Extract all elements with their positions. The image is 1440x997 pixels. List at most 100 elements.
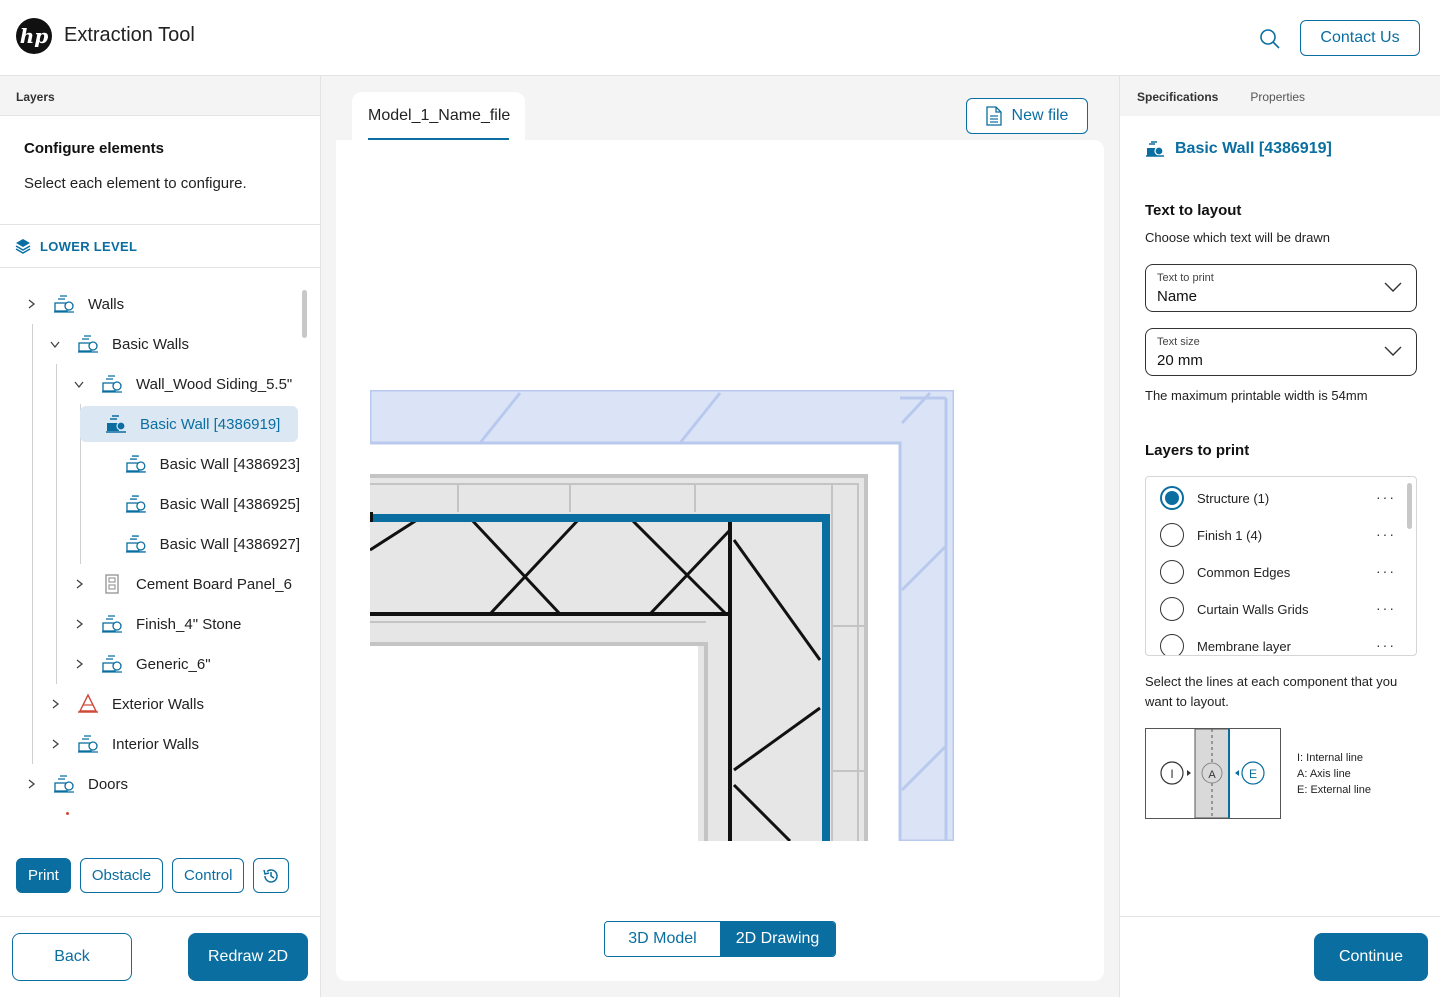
redraw-2d-button[interactable]: Redraw 2D	[188, 933, 308, 981]
view-3d-model-button[interactable]: 3D Model	[605, 922, 720, 956]
wall-icon	[102, 615, 122, 633]
tab-specifications[interactable]: Specifications	[1137, 90, 1218, 104]
layer-option[interactable]: Common Edges ···	[1160, 559, 1396, 585]
tree-item[interactable]: Basic Wall [4386919]	[80, 406, 298, 442]
tree-spacer	[96, 537, 110, 551]
tree-item-label: Interior Walls	[112, 735, 199, 753]
tree-item[interactable]: Wall_Wood Siding_5.5"	[72, 366, 300, 402]
layer-radio[interactable]	[1160, 634, 1184, 655]
tab-properties[interactable]: Properties	[1250, 90, 1305, 104]
text-size-value: 20 mm	[1157, 352, 1203, 369]
search-icon[interactable]	[1259, 28, 1281, 50]
new-file-button[interactable]: New file	[966, 98, 1088, 134]
tree-item-label: Wall_Wood Siding_5.5"	[136, 375, 293, 393]
siding-layer	[370, 476, 866, 841]
history-button[interactable]	[253, 858, 290, 893]
legend-internal: I: Internal line	[1297, 752, 1364, 764]
continue-button[interactable]: Continue	[1314, 933, 1428, 981]
inner-finish-edge	[370, 642, 708, 841]
chevron-right-icon[interactable]	[48, 697, 62, 711]
tree-scrollbar[interactable]	[302, 290, 307, 338]
layer-radio[interactable]	[1160, 597, 1184, 621]
layer-label: Finish 1 (4)	[1197, 527, 1263, 543]
drawing-canvas[interactable]: 3D Model 2D Drawing	[336, 140, 1104, 981]
layer-option[interactable]: Curtain Walls Grids ···	[1160, 596, 1396, 622]
chevron-down-icon[interactable]	[72, 377, 86, 391]
chevron-down-icon	[1384, 282, 1402, 292]
element-tree: Walls Basic Walls Wall_Wood Siding_5.5" Bas…	[0, 284, 320, 836]
layer-label: Common Edges	[1197, 564, 1291, 580]
tree-item[interactable]: Exterior Walls	[48, 686, 300, 722]
contact-us-button[interactable]: Contact Us	[1300, 20, 1420, 56]
text-to-print-label: Text to print	[1157, 272, 1214, 284]
tree-item[interactable]: Basic Walls	[48, 326, 300, 362]
chevron-right-icon[interactable]	[72, 657, 86, 671]
tab-layers[interactable]: Layers	[0, 76, 320, 116]
tree-item-label: Walls	[88, 295, 125, 313]
wall-icon	[125, 495, 146, 513]
max-width-note: The maximum printable width is 54mm	[1145, 388, 1368, 403]
tree-item[interactable]: Interior Walls	[48, 726, 300, 762]
file-tab-label: Model_1_Name_file	[368, 107, 511, 124]
tree-item[interactable]: Basic Wall [4386923]	[96, 446, 300, 482]
layer-option[interactable]: Membrane layer ···	[1160, 633, 1396, 655]
tree-item-label: Basic Wall [4386919]	[140, 415, 281, 433]
chevron-right-icon[interactable]	[48, 737, 62, 751]
layer-radio[interactable]	[1160, 560, 1184, 584]
print-mode-button[interactable]: Print	[16, 858, 71, 893]
text-size-label: Text size	[1157, 336, 1200, 348]
tree-guide-line	[32, 324, 33, 764]
mode-buttons: Print Obstacle Control	[16, 858, 290, 893]
more-options-icon[interactable]: ···	[1376, 637, 1396, 653]
hp-logo: hp	[16, 18, 52, 54]
axis-marker: A	[1208, 769, 1216, 781]
wall-icon	[78, 335, 98, 353]
tree-item[interactable]: Generic_6"	[72, 646, 300, 682]
more-options-icon[interactable]: ···	[1376, 526, 1396, 542]
level-selector[interactable]: LOWER LEVEL	[0, 225, 320, 268]
layers-scrollbar[interactable]	[1407, 483, 1412, 529]
layer-option[interactable]: Structure (1) ···	[1160, 485, 1396, 511]
tree-item[interactable]: Cement Board Panel_6	[72, 566, 300, 602]
warning-cone-icon	[78, 693, 98, 713]
text-to-print-select[interactable]: Text to print Name	[1145, 264, 1417, 312]
tree-item[interactable]: Finish_4" Stone	[72, 606, 300, 642]
chevron-right-icon[interactable]	[24, 777, 38, 791]
element-title-label: Basic Wall [4386919]	[1175, 140, 1332, 157]
layer-radio[interactable]	[1160, 523, 1184, 547]
chevron-right-icon[interactable]	[72, 617, 86, 631]
more-options-icon[interactable]: ···	[1376, 489, 1396, 505]
wall-icon	[125, 455, 146, 473]
obstacle-mode-button[interactable]: Obstacle	[79, 858, 164, 893]
tree-item[interactable]: Basic Wall [4386925]	[96, 486, 300, 522]
wall-filled-icon	[1146, 141, 1164, 157]
wall-icon	[54, 775, 74, 793]
tree-item-label: Basic Wall [4386925]	[159, 495, 300, 513]
left-footer: Back Redraw 2D	[0, 916, 320, 997]
wall-icon	[78, 735, 98, 753]
back-button[interactable]: Back	[12, 933, 132, 981]
view-2d-drawing-button[interactable]: 2D Drawing	[720, 922, 835, 956]
chevron-down-icon[interactable]	[48, 337, 62, 351]
layer-label: Structure (1)	[1197, 490, 1270, 506]
layers-list: Structure (1) ··· Finish 1 (4) ··· Common Ed…	[1145, 476, 1417, 656]
tree-item[interactable]: Doors	[24, 766, 300, 802]
view-toggle: 3D Model 2D Drawing	[604, 921, 836, 957]
drawing-workspace: Model_1_Name_file New file 3D Model 2D D…	[321, 76, 1119, 997]
text-size-select[interactable]: Text size 20 mm	[1145, 328, 1417, 376]
more-options-icon[interactable]: ···	[1376, 563, 1396, 579]
configure-hint: Select each element to configure.	[24, 175, 247, 192]
chevron-right-icon[interactable]	[24, 297, 38, 311]
more-options-icon[interactable]: ···	[1376, 600, 1396, 616]
tree-item[interactable]: Walls	[24, 286, 300, 322]
history-icon	[263, 868, 279, 883]
tree-item-label: Basic Wall [4386927]	[159, 535, 300, 553]
tree-item-label: Basic Walls	[112, 335, 189, 353]
chevron-right-icon[interactable]	[72, 577, 86, 591]
layer-radio[interactable]	[1160, 486, 1184, 510]
tree-item-label: Basic Wall [4386923]	[159, 455, 300, 473]
layer-option[interactable]: Finish 1 (4) ···	[1160, 522, 1396, 548]
tree-item[interactable]: Basic Wall [4386927]	[96, 526, 300, 562]
control-mode-button[interactable]: Control	[172, 858, 245, 893]
legend-axis: A: Axis line	[1297, 768, 1351, 780]
